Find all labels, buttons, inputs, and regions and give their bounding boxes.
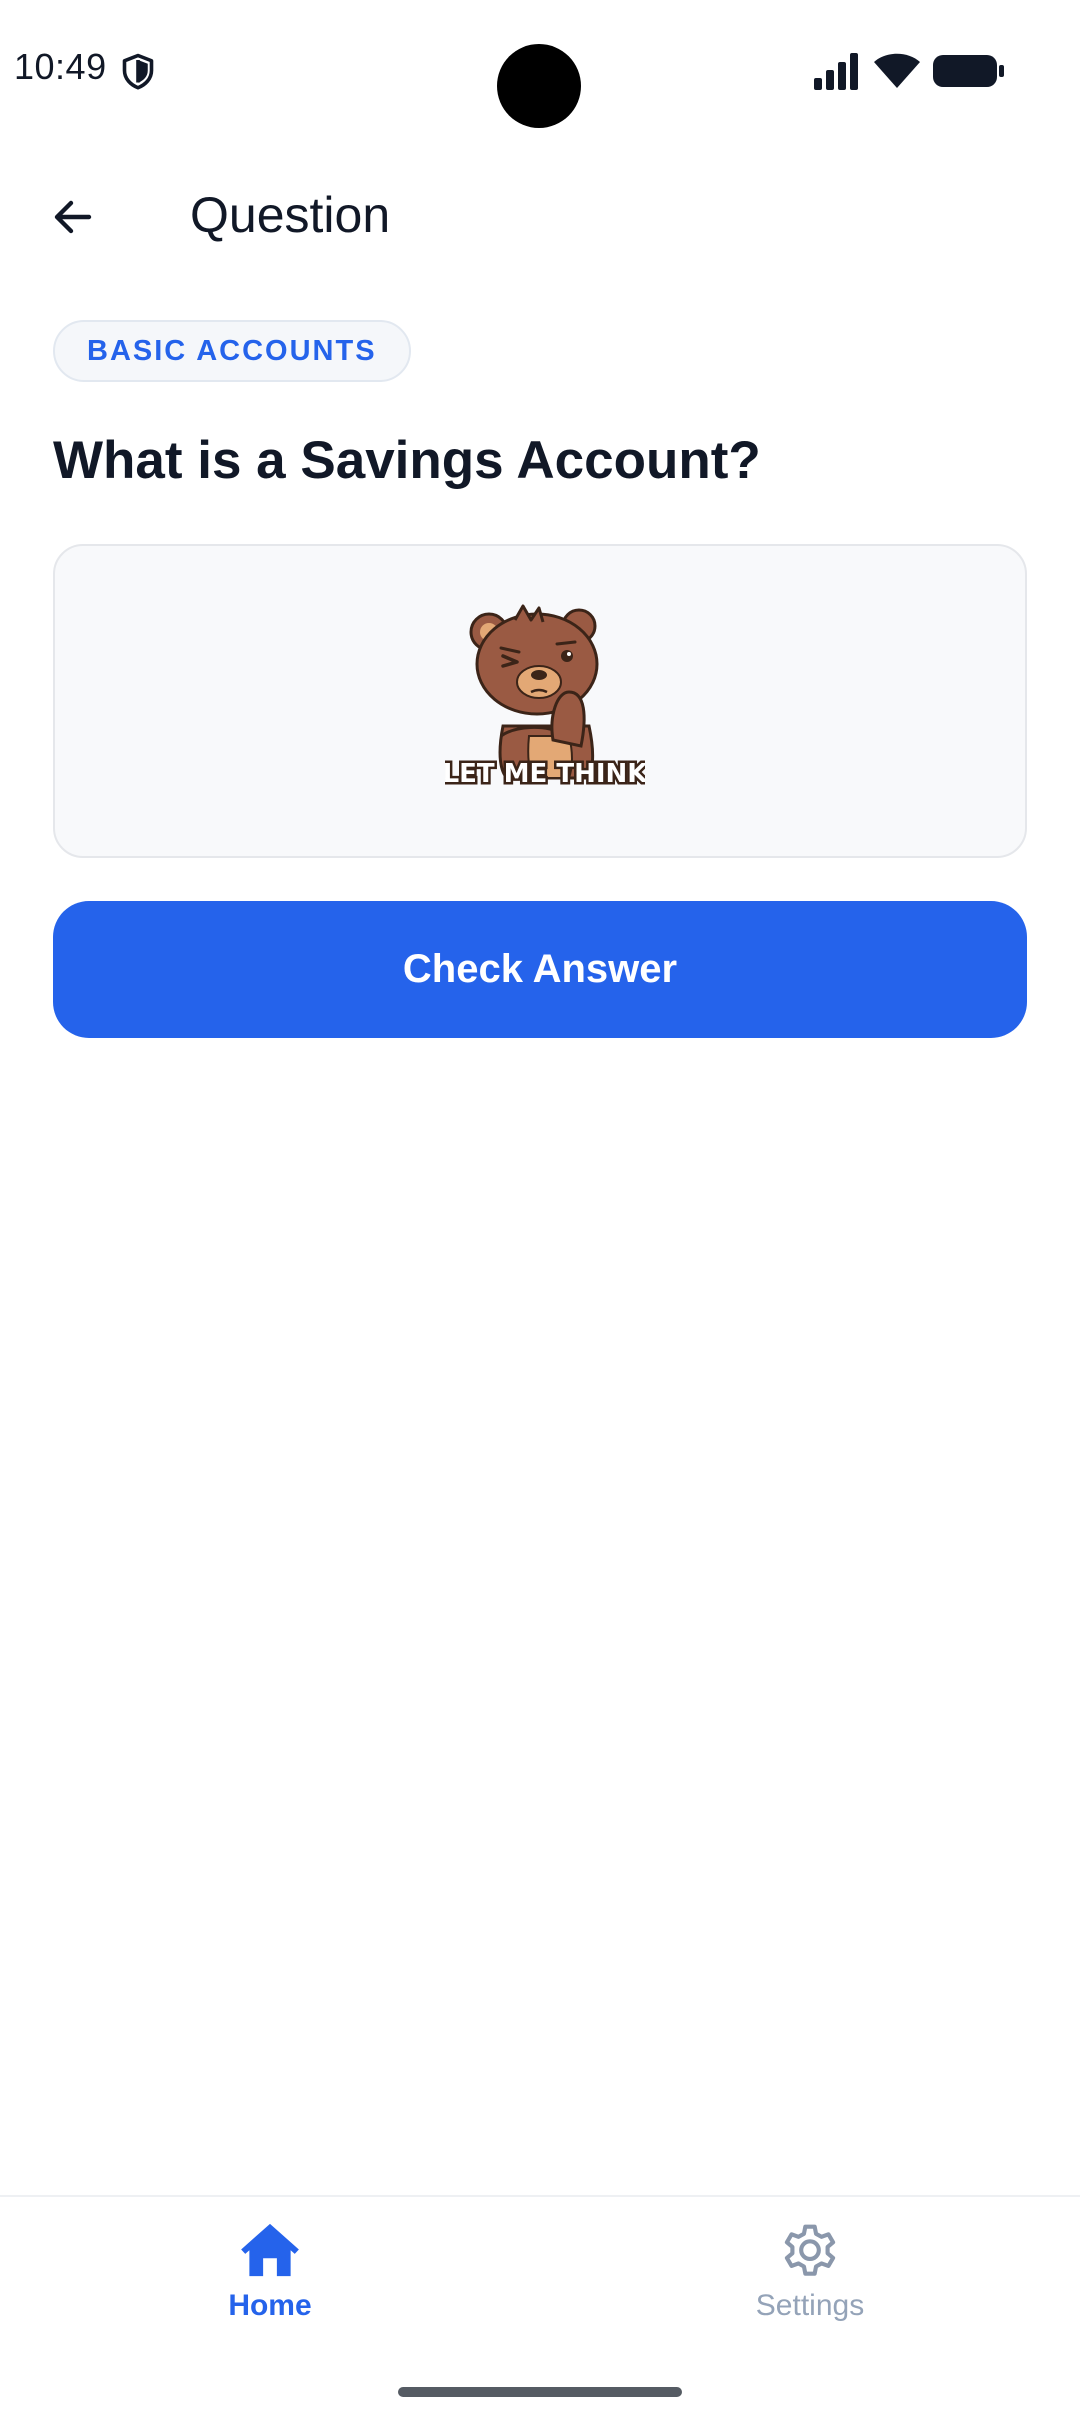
back-button[interactable] [36,180,110,254]
battery-icon [933,55,1004,87]
nav-label-home: Home [228,2289,312,2322]
category-chip: BASIC ACCOUNTS [53,320,411,382]
question-screen: 10:49 Question BASIC ACCOUNTS What is a … [0,0,1080,2424]
gear-icon [784,2224,836,2276]
home-indicator[interactable] [398,2387,682,2397]
signal-icon [814,53,858,90]
nav-item-home[interactable]: Home [170,2217,370,2323]
camera-cutout [497,44,581,128]
question-image-card: LET ME THINK [53,544,1027,858]
illustration-caption: LET ME THINK [445,759,645,789]
nav-item-settings[interactable]: Settings [710,2217,910,2323]
nav-label-settings: Settings [755,2289,865,2322]
status-time: 10:49 [14,46,107,87]
check-answer-button[interactable]: Check Answer [53,901,1027,1038]
thinking-bear-illustration: LET ME THINK [445,604,645,792]
status-bar: 10:49 [0,0,1080,140]
home-icon [241,2223,299,2277]
app-bar: Question [0,160,1080,270]
arrow-left-icon [54,200,92,234]
wifi-icon [874,53,920,88]
shield-icon [122,53,154,90]
question-text: What is a Savings Account? [53,431,761,490]
page-title: Question [190,187,391,243]
